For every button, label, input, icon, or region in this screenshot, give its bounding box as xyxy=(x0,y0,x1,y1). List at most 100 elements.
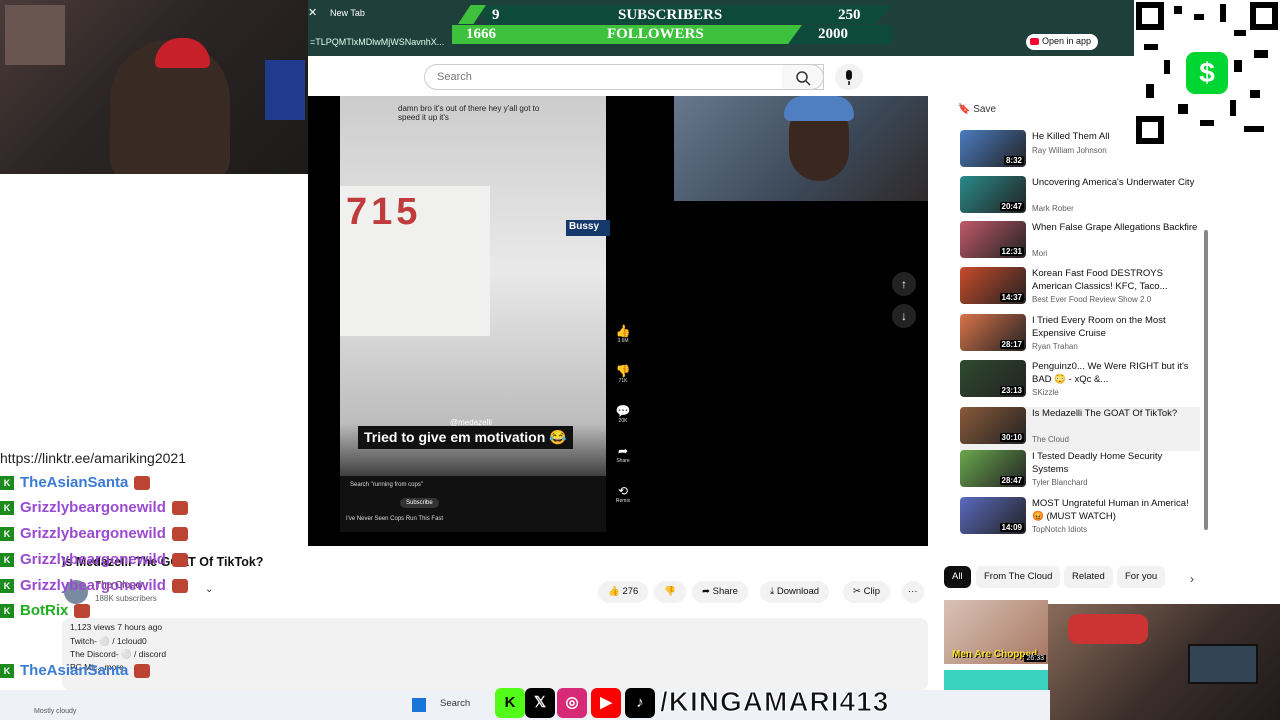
chip-related[interactable]: Related xyxy=(1064,566,1113,588)
followers-current: 1666 xyxy=(466,26,496,42)
search-button[interactable] xyxy=(782,64,824,90)
recommendation-item[interactable]: 14:37 Korean Fast Food DESTROYS American … xyxy=(960,267,1200,311)
clip-label: Clip xyxy=(863,586,880,597)
thumbs-down-icon: 👎 xyxy=(664,586,676,597)
tab-new-tab[interactable]: New Tab xyxy=(330,8,365,18)
recommendation-item[interactable]: 23:13 Penguinz0... We Were RIGHT but it's… xyxy=(960,360,1200,404)
download-button[interactable]: ⤓ Download xyxy=(760,581,830,603)
recommendation-title: Uncovering America's Underwater City xyxy=(1032,177,1195,188)
kick-badge-icon: K xyxy=(0,553,14,568)
chat-message: K Grizzlybeargonewild xyxy=(0,577,188,599)
recommendation-channel: Mark Rober xyxy=(1032,204,1074,213)
subs-label: SUBSCRIBERS xyxy=(618,7,723,23)
subs-goal: 250 xyxy=(838,7,861,23)
more-actions-button[interactable]: ··· xyxy=(902,581,924,603)
next-short-button[interactable]: ↓ xyxy=(892,304,916,328)
recommendation-duration: 14:09 xyxy=(999,523,1024,532)
chat-message: K Grizzlybeargonewild xyxy=(0,499,188,521)
video-motivation-caption: Tried to give em motivation 😂 xyxy=(358,426,573,449)
chat-message: K Grizzlybeargonewild xyxy=(0,525,188,547)
open-in-app-button[interactable]: Open in app xyxy=(1026,34,1098,50)
recommendation-item[interactable]: 20:47 Uncovering America's Underwater Cit… xyxy=(960,176,1200,220)
next-recommendation-thumb[interactable] xyxy=(944,670,1048,690)
chat-emote-icon xyxy=(171,579,188,594)
recommendation-title: I Tried Every Room on the Most Expensive… xyxy=(1032,315,1166,339)
save-button[interactable]: 🔖 Save xyxy=(958,104,996,115)
chevron-right-icon[interactable]: › xyxy=(1190,572,1194,586)
kick-badge-icon: K xyxy=(0,579,14,594)
linktree-text: https://linktr.ee/amariking2021 xyxy=(0,450,186,466)
kick-badge-icon: K xyxy=(0,527,14,542)
streamer-webcam xyxy=(0,0,308,174)
previous-short-button[interactable]: ↑ xyxy=(892,272,916,296)
sub-goal-overlay: 9 SUBSCRIBERS 250 1666 FOLLOWERS 2000 xyxy=(452,5,898,44)
desc-line-discord: The Discord- ⚪ / discord xyxy=(70,649,167,659)
recommendation-channel: SKizzle xyxy=(1032,388,1059,397)
chat-username: TheAsianSanta xyxy=(20,474,129,491)
thumb-duration: 26:33 xyxy=(1024,655,1046,662)
chip-for-you[interactable]: For you xyxy=(1117,566,1166,588)
chip-from-the-cloud[interactable]: From The Cloud xyxy=(976,566,1061,588)
recommendation-title: He Killed Them All xyxy=(1032,131,1110,142)
recommendation-item[interactable]: 14:09 MOST Ungrateful Human in America! 😡… xyxy=(960,497,1200,541)
save-label: Save xyxy=(973,104,997,115)
subs-current: 9 xyxy=(492,7,500,23)
recommendation-thumbnail: 28:17 xyxy=(960,314,1026,351)
recommendation-duration: 28:47 xyxy=(999,476,1024,485)
voice-search-button[interactable] xyxy=(835,64,863,90)
chevron-down-icon[interactable]: ⌄ xyxy=(205,584,213,595)
bottom-recommendation-thumb[interactable]: Men Are Chopped 26:33 xyxy=(944,600,1048,664)
weather-text: Mostly cloudy xyxy=(34,708,77,715)
share-label: Share xyxy=(712,586,738,597)
windows-start-icon[interactable] xyxy=(412,698,426,712)
recommendation-item[interactable]: 28:47 I Tested Deadly Home Security Syste… xyxy=(960,450,1200,494)
recommendation-item[interactable]: 30:10 Is Medazelli The GOAT Of TikTok? The… xyxy=(960,407,1200,451)
chat-message: K Grizzlybeargonewild xyxy=(0,551,188,573)
recommendation-thumbnail: 14:37 xyxy=(960,267,1026,304)
chip-all[interactable]: All xyxy=(944,566,971,588)
chat-emote-icon xyxy=(134,664,151,679)
recommendation-thumbnail: 14:09 xyxy=(960,497,1026,534)
share-button[interactable]: ➦ Share xyxy=(692,581,748,603)
close-tab-icon[interactable]: ✕ xyxy=(308,6,317,19)
chat-username: Grizzlybeargonewild xyxy=(20,525,166,542)
desc-line-twitch: Twitch- ⚪ / 1cloud0 xyxy=(70,636,147,646)
taskbar-search[interactable]: Search xyxy=(440,698,470,709)
share-icon: ➦ xyxy=(702,586,713,597)
search-input[interactable]: Search xyxy=(424,64,824,90)
video-dislike-icon: 👎 71K xyxy=(615,364,631,384)
recommendation-item[interactable]: 12:31 When False Grape Allegations Backfi… xyxy=(960,221,1200,265)
recommendation-channel: Best Ever Food Review Show 2.0 xyxy=(1032,295,1152,304)
recommendation-thumbnail: 12:31 xyxy=(960,221,1026,258)
chat-emote-icon xyxy=(74,604,91,619)
playlist-scrollbar[interactable] xyxy=(1204,230,1208,530)
guest-webcam xyxy=(674,96,928,201)
chat-username: Grizzlybeargonewild xyxy=(20,577,166,594)
kick-badge-icon: K xyxy=(0,604,14,619)
recommendation-title: MOST Ungrateful Human in America! 😡 (MUS… xyxy=(1032,498,1189,522)
recommendation-item[interactable]: 28:17 I Tried Every Room on the Most Expe… xyxy=(960,314,1200,358)
video-remix-icon: ⟲ Remix xyxy=(615,484,631,504)
kick-icon: K xyxy=(495,688,525,718)
description-box[interactable]: 1,123 views 7 hours ago Twitch- ⚪ / 1clo… xyxy=(62,618,928,690)
dislike-button[interactable]: 👎 xyxy=(654,581,686,603)
wall-flag xyxy=(265,60,305,120)
like-button[interactable]: 👍 276 xyxy=(598,581,649,603)
recommendation-duration: 12:31 xyxy=(999,247,1024,256)
clip-button[interactable]: ✂ Clip xyxy=(843,581,890,603)
wall-poster xyxy=(5,5,65,65)
tiktok-bottom-bar: Search "running from cops" Subscribe I'v… xyxy=(340,476,606,532)
chat-username: BotRix xyxy=(20,602,69,619)
search-icon xyxy=(796,71,811,86)
cashapp-icon: $ xyxy=(1186,52,1228,94)
thumbs-up-icon: 👍 xyxy=(608,586,623,597)
kick-badge-icon: K xyxy=(0,664,14,679)
recommendation-duration: 30:10 xyxy=(999,433,1024,442)
video-comment-icon: 💬 20K xyxy=(615,404,631,424)
chat-emote-icon xyxy=(171,553,188,568)
brand-handle: /KINGAMARI413 xyxy=(659,686,890,718)
chat-emote-icon xyxy=(171,527,188,542)
recommendation-item[interactable]: 8:32 He Killed Them All Ray William Johnso… xyxy=(960,130,1200,174)
chat-username: Grizzlybeargonewild xyxy=(20,551,166,568)
like-count: 276 xyxy=(622,586,639,597)
